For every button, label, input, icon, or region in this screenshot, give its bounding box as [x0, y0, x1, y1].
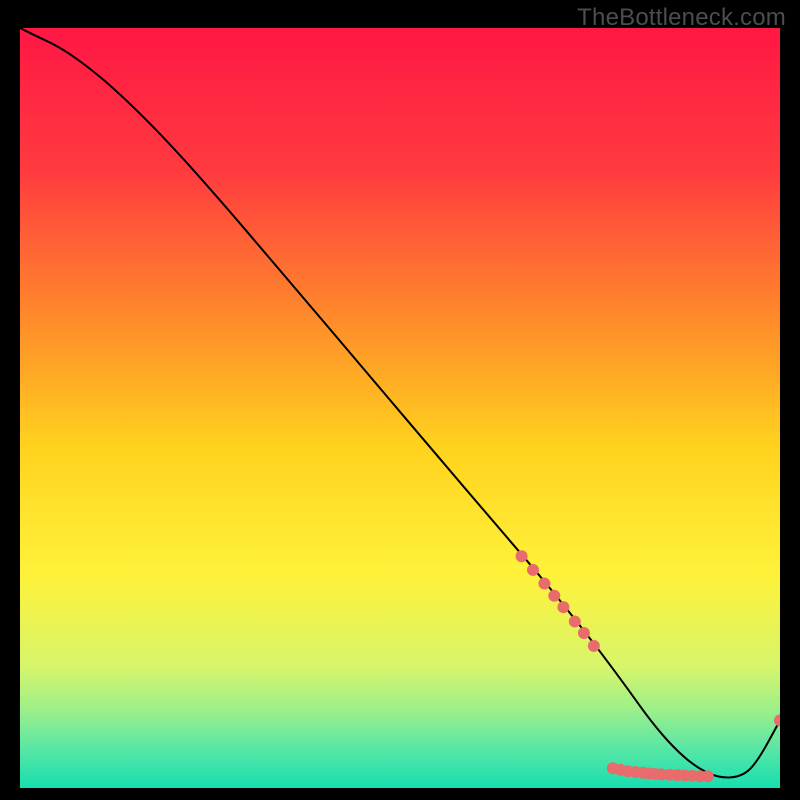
data-point [578, 627, 590, 639]
data-point [538, 578, 550, 590]
data-point [557, 601, 569, 613]
watermark-text: TheBottleneck.com [577, 4, 786, 32]
data-point [569, 616, 581, 628]
data-point [588, 640, 600, 652]
data-point [702, 770, 714, 782]
data-point [527, 564, 539, 576]
gradient-background [20, 28, 780, 788]
chart-stage: TheBottleneck.com [0, 0, 800, 800]
data-point [516, 550, 528, 562]
chart-svg [20, 28, 780, 788]
chart-plot-area [20, 28, 780, 788]
data-point [548, 590, 560, 602]
